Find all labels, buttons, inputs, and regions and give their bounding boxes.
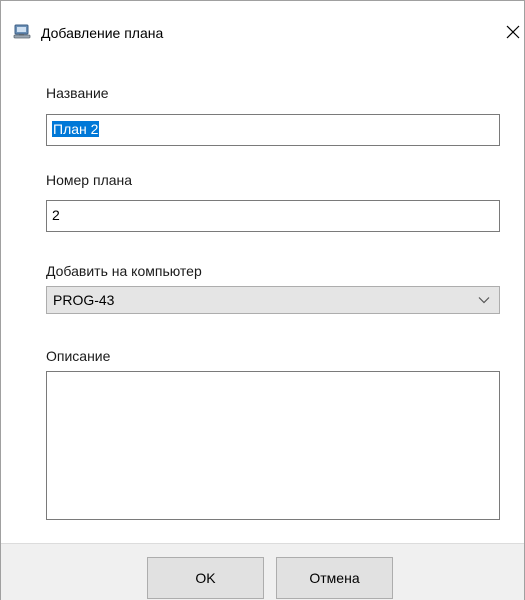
cancel-button[interactable]: Отмена <box>276 557 393 599</box>
name-input-value: План 2 <box>52 121 100 137</box>
plan-number-value: 2 <box>52 207 60 223</box>
close-button[interactable] <box>477 1 524 39</box>
title-bar: Добавление плана <box>1 1 524 41</box>
close-icon <box>506 25 520 39</box>
name-label: Название <box>46 85 109 101</box>
description-label: Описание <box>46 348 111 364</box>
dialog-footer: OK Отмена <box>1 543 524 600</box>
ok-button[interactable]: OK <box>147 557 264 599</box>
description-textarea[interactable] <box>46 371 500 520</box>
name-input[interactable]: План 2 <box>46 114 500 146</box>
chevron-down-icon <box>478 297 490 304</box>
plan-number-input[interactable]: 2 <box>46 200 500 232</box>
window-title: Добавление плана <box>41 25 164 41</box>
computer-label: Добавить на компьютер <box>46 263 202 279</box>
add-plan-dialog: Добавление плана Название План 2 Номер п… <box>0 0 525 600</box>
computer-icon <box>13 24 31 40</box>
computer-select-value: PROG-43 <box>53 292 115 308</box>
plan-number-label: Номер плана <box>46 172 133 188</box>
computer-select[interactable]: PROG-43 <box>46 286 500 314</box>
